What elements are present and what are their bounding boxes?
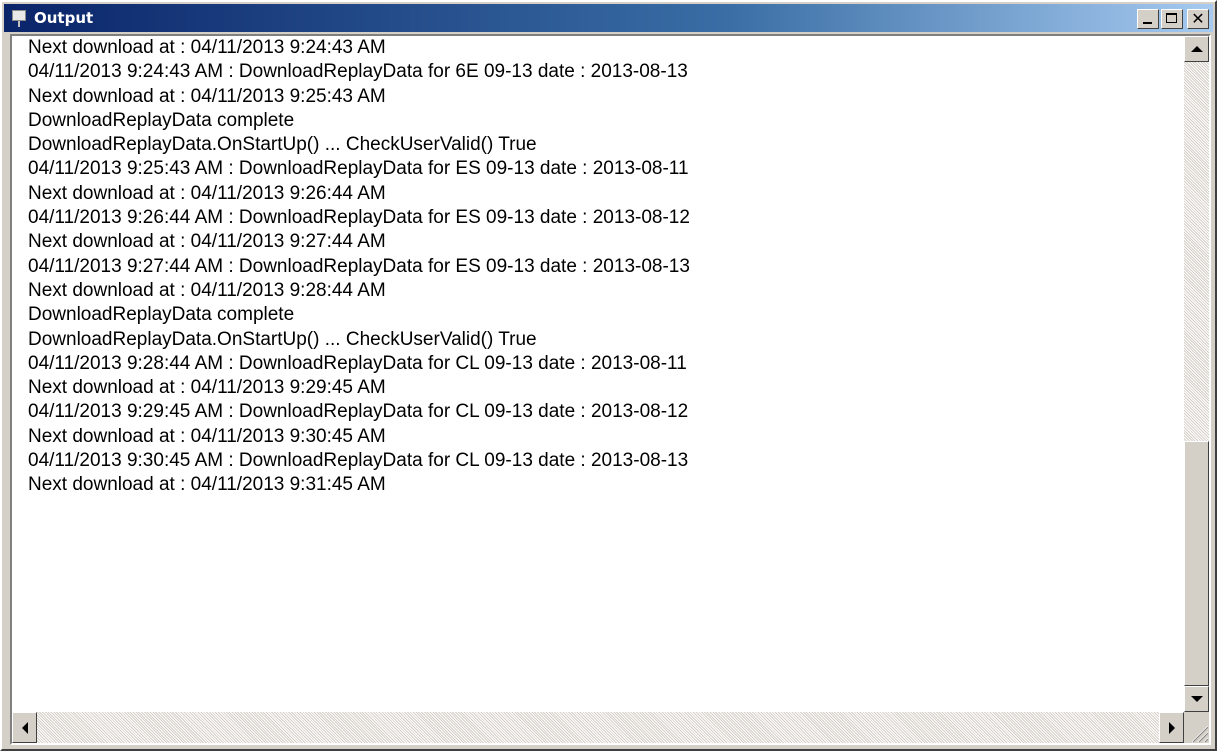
horizontal-scrollbar[interactable] [12, 712, 1184, 743]
scroll-up-button[interactable] [1184, 36, 1209, 62]
scroll-right-button[interactable] [1159, 712, 1184, 743]
title-bar[interactable]: Output ✕ [4, 4, 1213, 32]
output-line: Next download at : 04/11/2013 9:29:45 AM [28, 377, 386, 399]
output-line: 04/11/2013 9:30:45 AM : DownloadReplayDa… [28, 450, 689, 472]
output-line: DownloadReplayData complete [28, 304, 295, 326]
vertical-scroll-thumb[interactable] [1184, 441, 1209, 686]
resize-grip[interactable] [1184, 712, 1209, 743]
output-line: DownloadReplayData.OnStartUp() ... Check… [28, 328, 537, 350]
resize-grip-icon [1191, 725, 1209, 743]
output-line: DownloadReplayData complete [28, 109, 295, 131]
maximize-button[interactable] [1161, 9, 1183, 29]
vertical-scrollbar[interactable] [1184, 36, 1209, 712]
output-line: Next download at : 04/11/2013 9:25:43 AM [28, 85, 386, 107]
output-line: 04/11/2013 9:29:45 AM : DownloadReplayDa… [28, 401, 689, 423]
window-controls: ✕ [1135, 9, 1209, 29]
output-line: Next download at : 04/11/2013 9:26:44 AM [28, 182, 386, 204]
output-line: 04/11/2013 9:28:44 AM : DownloadReplayDa… [28, 352, 687, 374]
arrow-right-icon [1168, 721, 1175, 734]
minimize-button[interactable] [1137, 9, 1159, 29]
output-line: Next download at : 04/11/2013 9:27:44 AM [28, 231, 386, 253]
output-line: Next download at : 04/11/2013 9:28:44 AM [28, 279, 386, 301]
minimize-icon [1143, 22, 1152, 24]
output-line: Next download at : 04/11/2013 9:24:43 AM [28, 37, 386, 58]
output-line: 04/11/2013 9:24:43 AM : DownloadReplayDa… [28, 61, 688, 83]
arrow-left-icon [21, 721, 28, 734]
arrow-up-icon [1190, 46, 1203, 52]
output-text-area[interactable]: Next download at : 04/11/2013 9:24:43 AM… [12, 36, 1184, 712]
output-line: Next download at : 04/11/2013 9:31:45 AM [28, 474, 386, 496]
maximize-icon [1166, 13, 1177, 23]
close-icon: ✕ [1191, 9, 1205, 28]
arrow-down-icon [1190, 696, 1203, 702]
close-button[interactable]: ✕ [1187, 9, 1209, 29]
output-line: 04/11/2013 9:25:43 AM : DownloadReplayDa… [28, 158, 689, 180]
output-line: 04/11/2013 9:27:44 AM : DownloadReplayDa… [28, 255, 690, 277]
scroll-left-button[interactable] [12, 712, 37, 743]
scroll-down-button[interactable] [1184, 686, 1209, 712]
output-line: Next download at : 04/11/2013 9:30:45 AM [28, 425, 386, 447]
window-title: Output [34, 9, 94, 27]
output-line: 04/11/2013 9:26:44 AM : DownloadReplayDa… [28, 207, 690, 229]
output-panel: Next download at : 04/11/2013 9:24:43 AM… [10, 34, 1211, 745]
output-line: DownloadReplayData.OnStartUp() ... Check… [28, 134, 537, 156]
board-icon [10, 9, 28, 27]
output-log: Next download at : 04/11/2013 9:24:43 AM… [12, 36, 1184, 498]
output-window: Output ✕ Next download at : 04/11/2013 9… [0, 0, 1217, 751]
